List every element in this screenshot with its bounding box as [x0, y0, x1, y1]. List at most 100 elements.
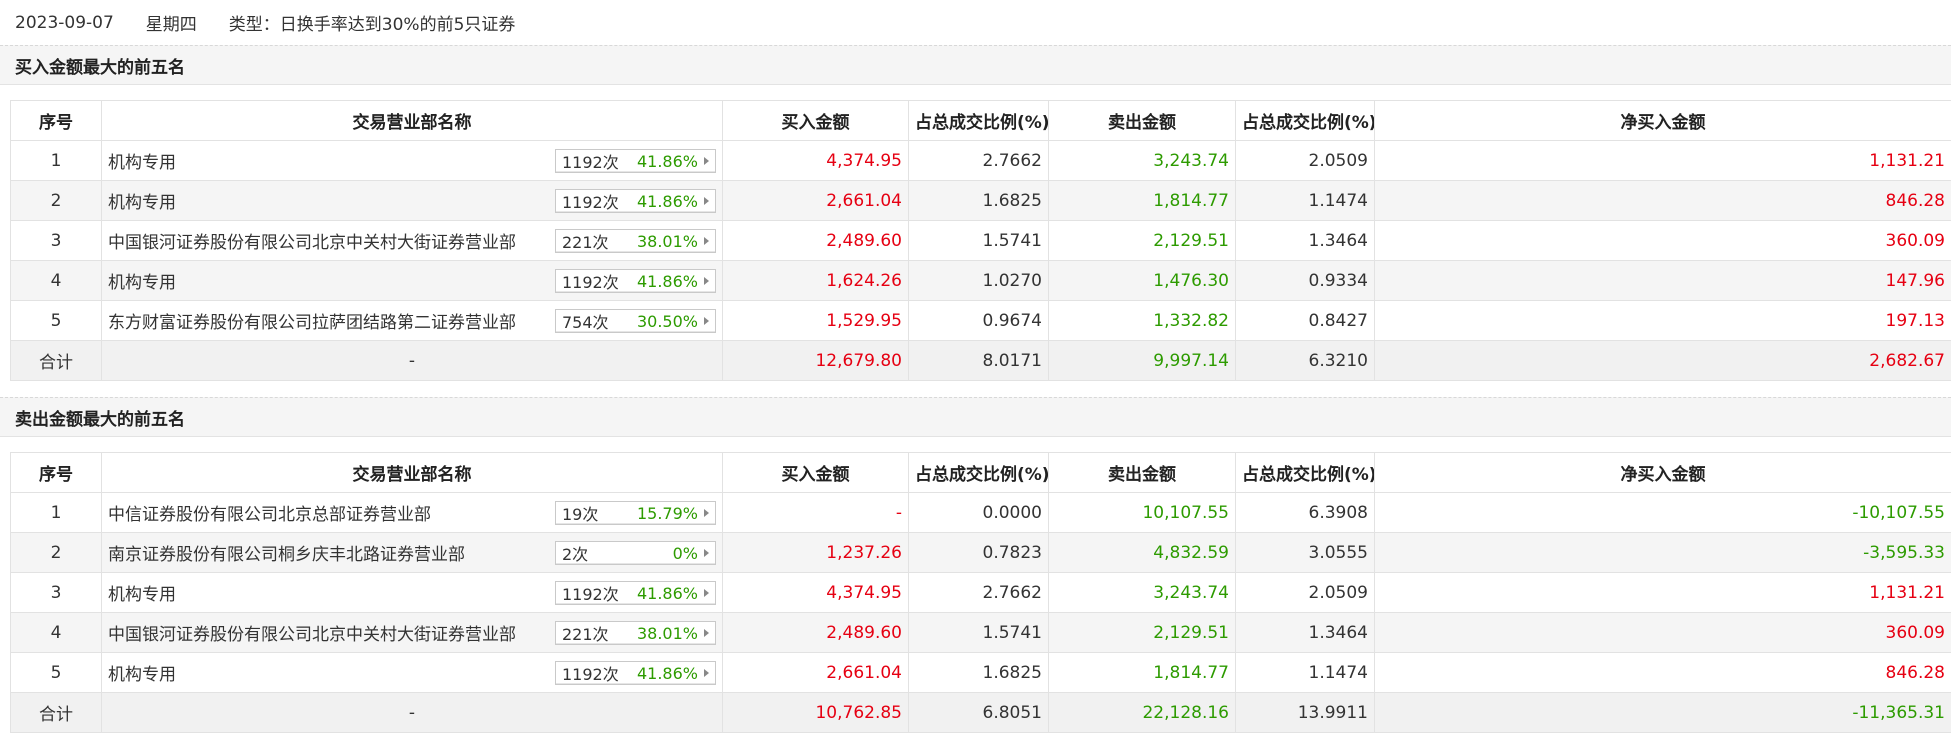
chevron-right-icon — [704, 197, 709, 205]
buy-amount: 2,489.60 — [722, 220, 909, 261]
buy-amount: 2,661.04 — [722, 652, 909, 693]
buy-amount: 2,489.60 — [722, 612, 909, 653]
win-rate: 38.01% — [636, 231, 698, 251]
branch-stats-badge[interactable]: 1192次 41.86% — [555, 581, 716, 605]
table-row: 4 中国银河证券股份有限公司北京中关村大街证券营业部 221次 38.01% 2,489… — [10, 612, 1951, 653]
col-header-branch: 交易营业部名称 — [101, 100, 723, 141]
total-buy-amount: 12,679.80 — [722, 340, 909, 381]
buy-amount: 1,624.26 — [722, 260, 909, 301]
col-header-sell-amount: 卖出金额 — [1048, 100, 1236, 141]
net-buy-amount: 360.09 — [1374, 612, 1951, 653]
total-sell-ratio: 13.9911 — [1235, 692, 1375, 733]
sell-table: 序号 交易营业部名称 买入金额 占总成交比例(%) 卖出金额 占总成交比例(%)… — [10, 452, 1951, 733]
branch-cell: 南京证券股份有限公司桐乡庆丰北路证券营业部 2次 0% — [101, 532, 723, 573]
total-sell-ratio: 6.3210 — [1235, 340, 1375, 381]
net-buy-amount: -10,107.55 — [1374, 492, 1951, 533]
branch-name: 机构专用 — [108, 273, 176, 293]
branch-stats-badge[interactable]: 2次 0% — [555, 541, 716, 565]
total-sell-amount: 9,997.14 — [1048, 340, 1236, 381]
buy-ratio: 1.5741 — [908, 612, 1049, 653]
table-row: 5 东方财富证券股份有限公司拉萨团结路第二证券营业部 754次 30.50% 1,529… — [10, 300, 1951, 341]
col-header-buy-amount: 买入金额 — [722, 100, 909, 141]
branch-stats-badge[interactable]: 1192次 41.86% — [555, 661, 716, 685]
table-row: 1 机构专用 1192次 41.86% 4,374.95 2.7662 3,243.74 2.… — [10, 140, 1951, 181]
win-rate: 15.79% — [636, 503, 698, 523]
appearance-count: 1192次 — [562, 665, 619, 684]
chevron-right-icon — [704, 509, 709, 517]
sell-ratio: 2.0509 — [1235, 140, 1375, 181]
buy-ratio: 1.6825 — [908, 180, 1049, 221]
total-buy-ratio: 6.8051 — [908, 692, 1049, 733]
branch-stats-badge[interactable]: 19次 15.79% — [555, 501, 716, 525]
branch-cell: 机构专用 1192次 41.86% — [101, 140, 723, 181]
branch-name: 中国银河证券股份有限公司北京中关村大街证券营业部 — [108, 625, 516, 645]
row-index: 5 — [10, 300, 102, 341]
win-rate: 41.86% — [636, 583, 698, 603]
win-rate: 41.86% — [636, 191, 698, 211]
branch-stats-badge[interactable]: 754次 30.50% — [555, 309, 716, 333]
branch-stats-badge[interactable]: 1192次 41.86% — [555, 269, 716, 293]
table-row: 3 中国银河证券股份有限公司北京中关村大街证券营业部 221次 38.01% 2,489… — [10, 220, 1951, 261]
net-buy-amount: 846.28 — [1374, 652, 1951, 693]
buy-amount: 4,374.95 — [722, 572, 909, 613]
sell-amount: 3,243.74 — [1048, 572, 1236, 613]
branch-cell: 机构专用 1192次 41.86% — [101, 572, 723, 613]
total-net-buy: -11,365.31 — [1374, 692, 1951, 733]
chevron-right-icon — [704, 317, 709, 325]
col-header-net-buy: 净买入金额 — [1374, 452, 1951, 493]
appearance-count: 221次 — [562, 233, 609, 252]
branch-cell: 中国银河证券股份有限公司北京中关村大街证券营业部 221次 38.01% — [101, 612, 723, 653]
branch-stats-badge[interactable]: 221次 38.01% — [555, 621, 716, 645]
sell-ratio: 1.3464 — [1235, 220, 1375, 261]
sell-amount: 1,814.77 — [1048, 180, 1236, 221]
row-index: 3 — [10, 572, 102, 613]
total-label: 合计 — [10, 692, 102, 733]
buy-ratio: 0.0000 — [908, 492, 1049, 533]
buy-ratio: 1.5741 — [908, 220, 1049, 261]
table-row: 4 机构专用 1192次 41.86% 1,624.26 1.0270 1,476.30 0.… — [10, 260, 1951, 301]
win-rate: 30.50% — [636, 311, 698, 331]
sell-ratio: 2.0509 — [1235, 572, 1375, 613]
buy-ratio: 2.7662 — [908, 572, 1049, 613]
total-buy-ratio: 8.0171 — [908, 340, 1049, 381]
chevron-right-icon — [704, 157, 709, 165]
buy-amount: 4,374.95 — [722, 140, 909, 181]
net-buy-amount: -3,595.33 — [1374, 532, 1951, 573]
appearance-count: 1192次 — [562, 273, 619, 292]
branch-stats-badge[interactable]: 1192次 41.86% — [555, 149, 716, 173]
sell-amount: 1,476.30 — [1048, 260, 1236, 301]
col-header-buy-amount: 买入金额 — [722, 452, 909, 493]
branch-stats-badge[interactable]: 221次 38.01% — [555, 229, 716, 253]
appearance-count: 1192次 — [562, 153, 619, 172]
branch-stats-badge[interactable]: 1192次 41.86% — [555, 189, 716, 213]
total-branch-cell: - — [101, 692, 723, 733]
total-row: 合计 - 12,679.80 8.0171 9,997.14 6.3210 2,682.67 — [10, 340, 1951, 381]
appearance-count: 1192次 — [562, 193, 619, 212]
branch-name: 中信证券股份有限公司北京总部证券营业部 — [108, 505, 431, 525]
col-header-index: 序号 — [10, 100, 102, 141]
net-buy-amount: 147.96 — [1374, 260, 1951, 301]
win-rate: 38.01% — [636, 623, 698, 643]
table-row: 3 机构专用 1192次 41.86% 4,374.95 2.7662 3,243.74 2.… — [10, 572, 1951, 613]
sell-section-title: 卖出金额最大的前五名 — [0, 397, 1951, 437]
branch-cell: 机构专用 1192次 41.86% — [101, 260, 723, 301]
appearance-count: 221次 — [562, 625, 609, 644]
net-buy-amount: 846.28 — [1374, 180, 1951, 221]
chevron-right-icon — [704, 589, 709, 597]
branch-name: 南京证券股份有限公司桐乡庆丰北路证券营业部 — [108, 545, 465, 565]
row-index: 5 — [10, 652, 102, 693]
type-label: 类型：日换手率达到30%的前5只证券 — [228, 15, 516, 35]
sell-ratio: 6.3908 — [1235, 492, 1375, 533]
col-header-sell-ratio: 占总成交比例(%) — [1235, 100, 1375, 141]
win-rate: 41.86% — [636, 663, 698, 683]
total-label: 合计 — [10, 340, 102, 381]
col-header-sell-amount: 卖出金额 — [1048, 452, 1236, 493]
buy-ratio: 1.6825 — [908, 652, 1049, 693]
weekday-label: 星期四 — [145, 15, 197, 35]
appearance-count: 1192次 — [562, 585, 619, 604]
buy-amount: 1,237.26 — [722, 532, 909, 573]
chevron-right-icon — [704, 629, 709, 637]
appearance-count: 754次 — [562, 313, 609, 332]
branch-name: 东方财富证券股份有限公司拉萨团结路第二证券营业部 — [108, 313, 516, 333]
appearance-count: 19次 — [562, 505, 599, 524]
